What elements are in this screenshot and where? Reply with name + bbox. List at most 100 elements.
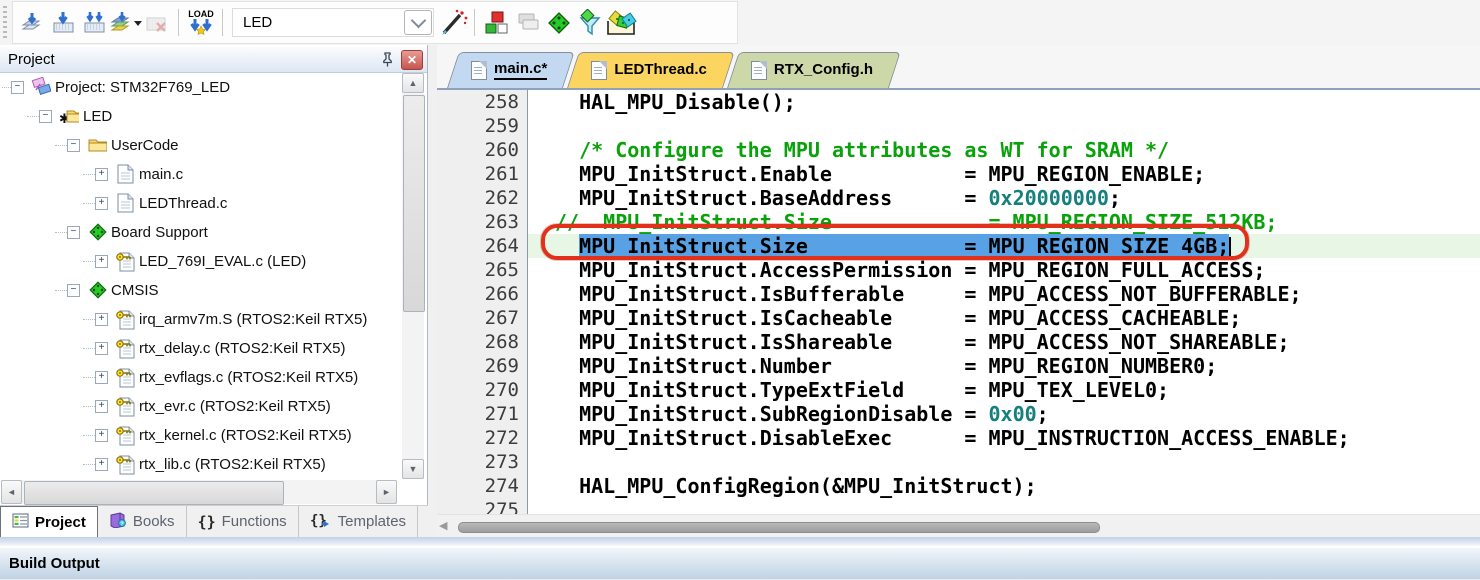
editor-tab-main-c-[interactable]: main.c* [447,52,563,88]
code-line[interactable]: 273 [437,450,1480,474]
download-load-icon: LOAD [184,8,218,38]
toolbar-grip[interactable] [3,6,7,38]
tree-expander[interactable]: − [11,81,24,94]
close-icon[interactable]: ✕ [401,50,423,70]
code-line[interactable]: 259 [437,114,1480,138]
tree-hscroll-thumb[interactable] [24,481,284,505]
tab-functions[interactable]: {}Functions [187,506,299,537]
scroll-left-icon[interactable]: ◄ [1,480,22,504]
code-line[interactable]: 261 MPU_InitStruct.Enable = MPU_REGION_E… [437,162,1480,186]
select-software-packs-button[interactable] [574,7,605,38]
tree-vscroll-thumb[interactable] [403,95,425,312]
editor-tab-rtx-config-h[interactable]: RTX_Config.h [727,52,889,88]
tree-item-label: Project: STM32F769_LED [55,79,230,96]
tree-item[interactable]: +rtx_lib.c (RTOS2:Keil RTX5) [1,450,397,479]
code-line[interactable]: 265 MPU_InitStruct.AccessPermission = MP… [437,258,1480,282]
code-text: MPU_InitStruct.SubRegionDisable = 0x00; [555,402,1049,426]
pack-installer-button[interactable] [605,7,636,38]
target-select[interactable]: LED [232,8,434,37]
tree-item[interactable]: +rtx_kernel.c (RTOS2:Keil RTX5) [1,421,397,450]
tree-expander[interactable]: + [95,458,108,471]
tree-item[interactable]: + LEDThread.c [1,189,397,218]
tree-item[interactable]: −✱LED [1,102,397,131]
manage-rte-button[interactable] [543,7,574,38]
scroll-down-icon[interactable]: ▼ [402,459,424,479]
scroll-up-icon[interactable]: ▲ [402,73,424,93]
code-line[interactable]: 272 MPU_InitStruct.DisableExec = MPU_INS… [437,426,1480,450]
tree-expander[interactable]: + [95,400,108,413]
line-number: 265 [437,258,519,282]
chevron-down-icon[interactable] [404,10,432,35]
code-line[interactable]: 268 MPU_InitStruct.IsShareable = MPU_ACC… [437,330,1480,354]
tree-expander[interactable]: + [95,342,108,355]
tree-item[interactable]: +main.c [1,160,397,189]
tree-item-label: LED_769I_EVAL.c (LED) [139,253,306,270]
translate-button[interactable] [17,7,48,38]
tree-expander[interactable]: + [95,197,108,210]
document-icon [471,61,487,80]
code-line[interactable]: 267 MPU_InitStruct.IsCacheable = MPU_ACC… [437,306,1480,330]
build-output-title: Build Output [9,555,100,572]
tree-item[interactable]: −Board Support [1,218,397,247]
editor-horizontal-scrollbar[interactable]: ◀ [437,514,1480,537]
code-area[interactable]: 258 HAL_MPU_Disable();259260 /* Configur… [437,90,1480,515]
tree-item-label: LEDThread.c [139,195,227,212]
editor-tab-ledthread-c[interactable]: LEDThread.c [567,52,723,88]
tree-item[interactable]: + LED_769I_EVAL.c (LED) [1,247,397,276]
code-line[interactable]: 271 MPU_InitStruct.SubRegionDisable = 0x… [437,402,1480,426]
tree-vertical-scrollbar[interactable]: ▲ ▼ [402,73,424,479]
toolbar-buttons: LOAD LED [12,1,738,44]
batch-build-button[interactable] [110,7,141,38]
build-output-panel-header: Build Output [0,547,1480,580]
rebuild-button[interactable] [79,7,110,38]
manage-project-items-button[interactable] [481,7,512,38]
tree-expander[interactable]: − [67,139,80,152]
tree-expander[interactable]: + [95,429,108,442]
panel-separator[interactable] [0,537,1480,547]
tree-item[interactable]: +rtx_evr.c (RTOS2:Keil RTX5) [1,392,397,421]
tree-expander[interactable]: + [95,168,108,181]
tab-project[interactable]: Project [0,506,98,537]
tree-item[interactable]: − Project: STM32F769_LED [1,73,397,102]
tree-expander[interactable]: − [39,110,52,123]
tree-expander[interactable]: + [95,313,108,326]
tree-horizontal-scrollbar[interactable]: ◄ ► [1,480,397,504]
stop-build-icon [143,10,170,36]
tree-item[interactable]: +irq_armv7m.S (RTOS2:Keil RTX5) [1,305,397,334]
scroll-left-icon[interactable]: ◀ [439,519,447,532]
tree-expander[interactable]: − [67,284,80,297]
file-key-icon [115,367,135,387]
code-line[interactable]: 274 HAL_MPU_ConfigRegion(&MPU_InitStruct… [437,474,1480,498]
editor-tab-label: RTX_Config.h [774,61,873,79]
tree-expander[interactable]: − [67,226,80,239]
code-text: MPU_InitStruct.IsBufferable = MPU_ACCESS… [555,282,1302,306]
stop-build-button[interactable] [141,7,172,38]
code-line[interactable]: 270 MPU_InitStruct.TypeExtField = MPU_TE… [437,378,1480,402]
code-line[interactable]: 260 /* Configure the MPU attributes as W… [437,138,1480,162]
component-icon [87,222,107,242]
pin-icon[interactable] [377,50,397,70]
download-button[interactable]: LOAD [185,7,216,38]
code-line[interactable]: 275 [437,498,1480,515]
editor-hscroll-thumb[interactable] [458,522,1100,533]
code-line[interactable]: 262 MPU_InitStruct.BaseAddress = 0x20000… [437,186,1480,210]
code-line[interactable]: 266 MPU_InitStruct.IsBufferable = MPU_AC… [437,282,1480,306]
multi-project-workspace-button[interactable] [512,7,543,38]
tree-item[interactable]: −CMSIS [1,276,397,305]
tab-templates[interactable]: {}Templates [299,506,418,537]
editor-tabstrip: main.c*LEDThread.c RTX_Config.h [437,45,1480,90]
tab-books[interactable]: ?Books [98,506,187,537]
tree-item[interactable]: +rtx_evflags.c (RTOS2:Keil RTX5) [1,363,397,392]
tree-item-label: UserCode [111,137,179,154]
code-line[interactable]: 269 MPU_InitStruct.Number = MPU_REGION_N… [437,354,1480,378]
document-icon [751,61,767,80]
code-line[interactable]: 258 HAL_MPU_Disable(); [437,90,1480,114]
scroll-right-icon[interactable]: ► [376,480,397,504]
tree-expander[interactable]: + [95,255,108,268]
tree-item[interactable]: +rtx_delay.c (RTOS2:Keil RTX5) [1,334,397,363]
options-for-target-button[interactable] [437,7,468,38]
build-button[interactable] [48,7,79,38]
tree-expander[interactable]: + [95,371,108,384]
line-number: 266 [437,282,519,306]
tree-item[interactable]: − UserCode [1,131,397,160]
